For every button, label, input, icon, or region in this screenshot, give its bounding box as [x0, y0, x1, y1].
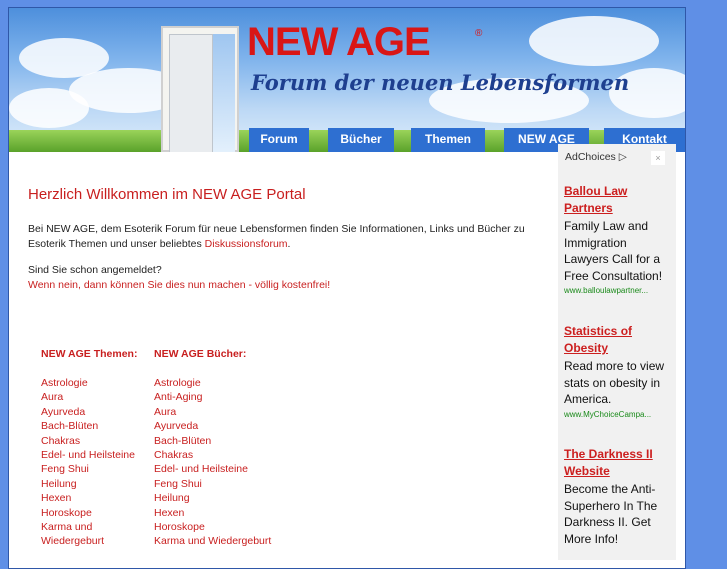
buecher-heading: NEW AGE Bücher:: [154, 348, 247, 360]
login-question: Sind Sie schon angemeldet?: [28, 264, 162, 276]
buecher-link[interactable]: Hexen: [154, 506, 271, 520]
themen-link[interactable]: Aura: [41, 390, 135, 404]
nav-themen[interactable]: Themen: [411, 128, 485, 152]
buecher-link[interactable]: Bach-Blüten: [154, 434, 271, 448]
ad-title-link[interactable]: Statistics of Obesity: [564, 323, 670, 357]
buecher-link[interactable]: Anti-Aging: [154, 390, 271, 404]
adchoices-icon: ▷: [618, 151, 627, 163]
ad-block: Ballou Law Partners Family Law and Immig…: [564, 183, 670, 295]
adchoices-text: AdChoices: [565, 151, 616, 163]
buecher-link[interactable]: Aura: [154, 405, 271, 419]
ad-body: Family Law and Immigration Lawyers Call …: [564, 219, 663, 283]
logo-title[interactable]: NEW AGE: [247, 20, 431, 65]
ad-block: The Darkness II Website Become the Anti-…: [564, 446, 670, 547]
ad-body: Become the Anti-Superhero In The Darknes…: [564, 482, 658, 546]
nav-buecher[interactable]: Bücher: [328, 128, 394, 152]
ad-block: Statistics of Obesity Read more to view …: [564, 323, 670, 419]
ad-close-icon[interactable]: ×: [651, 151, 665, 165]
buecher-link[interactable]: Feng Shui: [154, 477, 271, 491]
ad-title-link[interactable]: Ballou Law Partners: [564, 183, 670, 217]
door-opening: [213, 34, 235, 152]
themen-link[interactable]: Astrologie: [41, 376, 135, 390]
nav-forum[interactable]: Forum: [249, 128, 309, 152]
ad-url-link[interactable]: www.balloulawpartner...: [564, 286, 670, 295]
buecher-list: Astrologie Anti-Aging Aura Ayurveda Bach…: [154, 376, 271, 549]
register-link[interactable]: Wenn nein, dann können Sie dies nun mach…: [28, 279, 330, 291]
buecher-link[interactable]: Heilung: [154, 491, 271, 505]
discussion-forum-link[interactable]: Diskussionsforum: [205, 238, 288, 250]
buecher-link[interactable]: Karma und Wiedergeburt: [154, 534, 271, 548]
themen-link[interactable]: Hexen: [41, 491, 135, 505]
themen-link[interactable]: Ayurveda: [41, 405, 135, 419]
buecher-link[interactable]: Chakras: [154, 448, 271, 462]
themen-link[interactable]: Edel- und Heilsteine: [41, 448, 135, 462]
ad-url-link[interactable]: www.MyChoiceCampa...: [564, 410, 670, 419]
cloud: [9, 88, 89, 128]
header-banner: NEW AGE ® Forum der neuen Lebensformen F…: [9, 8, 685, 152]
door-image: [161, 26, 239, 152]
buecher-link[interactable]: Astrologie: [154, 376, 271, 390]
welcome-heading: Herzlich Willkommen im NEW AGE Portal: [28, 186, 306, 203]
door-panel: [169, 34, 213, 152]
themen-link[interactable]: Chakras: [41, 434, 135, 448]
intro-text: Bei NEW AGE, dem Esoterik Forum für neue…: [28, 222, 548, 252]
themen-link[interactable]: Horoskope: [41, 506, 135, 520]
themen-link[interactable]: Heilung: [41, 477, 135, 491]
themen-heading: NEW AGE Themen:: [41, 348, 138, 360]
buecher-link[interactable]: Horoskope: [154, 520, 271, 534]
themen-link[interactable]: Feng Shui: [41, 462, 135, 476]
ad-body: Read more to view stats on obesity in Am…: [564, 359, 665, 406]
cloud: [529, 16, 659, 66]
themen-link[interactable]: Wiedergeburt: [41, 534, 135, 548]
intro-end: .: [287, 238, 291, 250]
adchoices-label[interactable]: AdChoices ▷: [565, 151, 627, 163]
buecher-link[interactable]: Edel- und Heilsteine: [154, 462, 271, 476]
buecher-link[interactable]: Ayurveda: [154, 419, 271, 433]
logo-subtitle: Forum der neuen Lebensformen: [251, 70, 630, 95]
logo-registered-mark: ®: [475, 28, 483, 39]
ad-title-link[interactable]: The Darkness II Website: [564, 446, 670, 480]
themen-link[interactable]: Bach-Blüten: [41, 419, 135, 433]
themen-list: Astrologie Aura Ayurveda Bach-Blüten Cha…: [41, 376, 135, 549]
themen-link[interactable]: Karma und: [41, 520, 135, 534]
